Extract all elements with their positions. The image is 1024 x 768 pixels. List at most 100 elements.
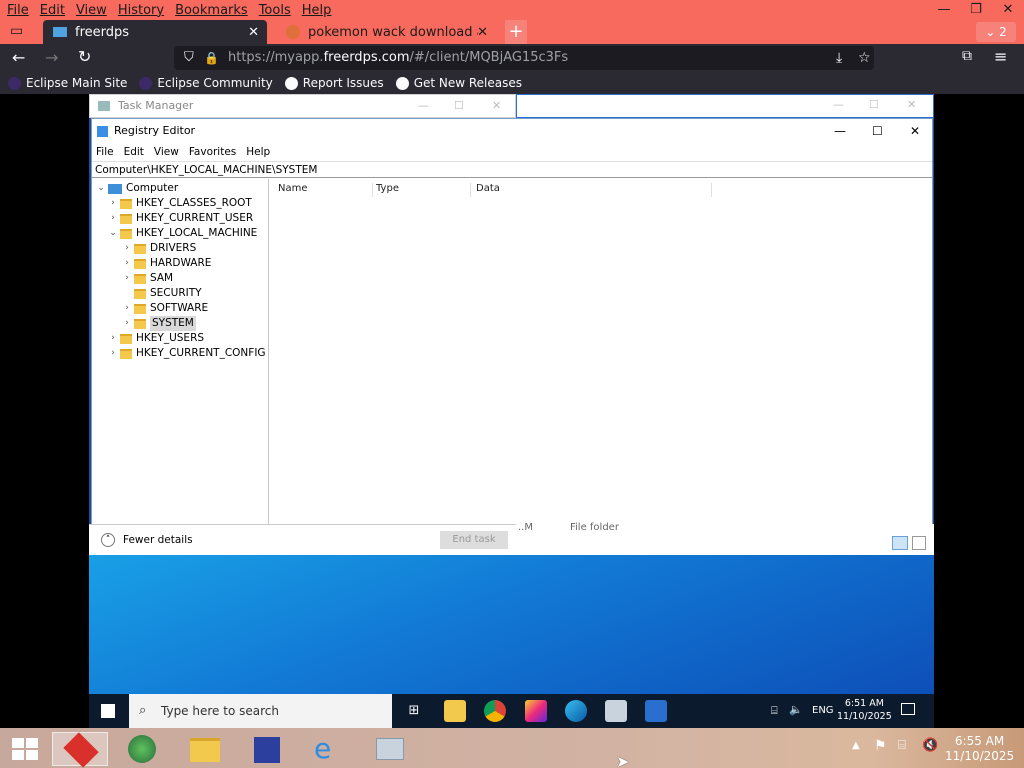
forward-icon[interactable]: → [45,48,58,67]
menu-file[interactable]: File [3,3,33,18]
menu-edit[interactable]: Edit [124,146,144,158]
close-tab-icon[interactable]: ✕ [477,25,488,40]
volume-muted-icon[interactable]: 🔇 [922,738,938,753]
network-icon[interactable]: ⌸ [771,704,778,718]
close-icon[interactable]: ✕ [910,119,920,143]
minimize-icon[interactable]: — [833,98,844,111]
tree-node-hardware[interactable]: › HARDWARE [122,256,211,271]
remote-desktop-app-icon[interactable] [362,732,418,766]
taskbar-app-red-icon[interactable] [52,732,108,768]
notifications-icon[interactable] [901,703,915,715]
chevron-right-icon[interactable]: › [122,301,132,316]
new-tab-button[interactable]: + [505,20,527,44]
minimize-icon[interactable]: — [418,95,429,117]
chevron-right-icon[interactable]: › [108,196,118,211]
tree-node-security[interactable]: SECURITY [122,286,202,301]
menu-edit[interactable]: Edit [36,3,69,18]
instagram-icon[interactable] [525,700,547,722]
hamburger-menu-icon[interactable]: ≡ [994,47,1007,66]
tree-node-hku[interactable]: › HKEY_USERS [108,331,204,346]
remote-clock[interactable]: 6:51 AM 11/10/2025 [837,697,892,723]
large-icons-view-icon[interactable] [912,536,926,550]
maximize-icon[interactable]: ☐ [454,95,464,117]
tree-node-software[interactable]: › SOFTWARE [122,301,208,316]
windows-start-icon[interactable] [12,738,38,760]
menu-history[interactable]: History [114,3,168,18]
extensions-icon[interactable]: ⧉ [962,48,972,64]
search-box[interactable]: ⌕ Type here to search [129,694,392,728]
column-header-data[interactable]: Data [476,183,712,197]
tree-node-drivers[interactable]: › DRIVERS [122,241,196,256]
url-bar[interactable]: ⛉ 🔒 https://myapp.freerdps.com/#/client/… [174,46,874,70]
chevron-up-icon[interactable]: ˄ [101,533,115,547]
chevron-right-icon[interactable]: › [108,346,118,361]
values-pane[interactable]: Name Type Data [272,179,932,525]
details-view-icon[interactable] [892,536,908,550]
network-icon[interactable]: ⌸ [898,738,906,753]
internet-explorer-icon[interactable]: e [300,732,356,766]
regedit-taskbar-icon[interactable] [645,700,667,722]
menu-view[interactable]: View [72,3,111,18]
remote-desktop-icon[interactable] [605,700,627,722]
minimize-icon[interactable]: — [834,119,846,143]
tab-pokemon[interactable]: pokemon wack download at Du ✕ [276,20,496,44]
reload-icon[interactable]: ↻ [78,47,91,66]
media-player-icon[interactable] [114,732,170,766]
minimize-button[interactable]: — [928,0,960,20]
close-tab-icon[interactable]: ✕ [248,25,259,40]
remote-desktop-viewport[interactable]: Task Manager — ☐ ✕ — ☐ ✕ Registry Editor… [89,94,934,728]
maximize-icon[interactable]: ☐ [872,119,883,143]
explorer-icon[interactable] [176,732,232,766]
menu-help[interactable]: Help [246,146,270,158]
download-icon[interactable]: ⤓ [836,46,842,70]
task-view-icon[interactable]: ⊞ [403,700,425,722]
tree-node-sam[interactable]: › SAM [122,271,173,286]
close-icon[interactable]: ✕ [492,95,501,117]
chevron-right-icon[interactable]: › [122,316,132,331]
host-clock[interactable]: 6:55 AM 11/10/2025 [945,734,1014,764]
back-icon[interactable]: ← [12,48,25,67]
chevron-down-icon[interactable]: ⌄ [96,181,106,196]
menu-help[interactable]: Help [298,3,336,18]
column-header-name[interactable]: Name [278,183,373,197]
bookmark-get-releases[interactable]: Get New Releases [395,76,522,90]
chrome-icon[interactable] [484,700,506,722]
shield-icon[interactable]: ⛉ [184,46,194,70]
secondary-window-titlebar[interactable]: — ☐ ✕ [516,94,934,118]
end-task-button[interactable]: End task [440,531,508,549]
firefox-view-icon[interactable]: ▭ [10,23,23,39]
chevron-right-icon[interactable]: › [122,271,132,286]
bookmark-report-issues[interactable]: Report Issues [284,76,384,90]
flag-icon[interactable]: ⚑ [874,738,887,754]
column-header-type[interactable]: Type [376,183,471,197]
tree-node-hkcc[interactable]: › HKEY_CURRENT_CONFIG [108,346,265,361]
close-icon[interactable]: ✕ [907,98,916,111]
star-icon[interactable]: ☆ [858,46,871,70]
chevron-right-icon[interactable]: › [122,256,132,271]
volume-icon[interactable]: 🔈 [789,703,803,716]
chevron-down-icon[interactable]: ⌄ [108,226,118,241]
lock-icon[interactable]: 🔒 [204,46,219,70]
menu-favorites[interactable]: Favorites [189,146,236,158]
fewer-details-link[interactable]: Fewer details [123,534,193,546]
calendar-app-icon[interactable] [238,732,294,766]
file-explorer-icon[interactable] [444,700,466,722]
chevron-right-icon[interactable]: › [122,241,132,256]
chevron-right-icon[interactable]: › [108,211,118,226]
menu-view[interactable]: View [154,146,179,158]
edge-icon[interactable] [565,700,587,722]
close-button[interactable]: ✕ [992,0,1024,20]
address-bar[interactable]: Computer\HKEY_LOCAL_MACHINE\SYSTEM [92,161,932,178]
bookmark-eclipse-community[interactable]: Eclipse Community [139,76,273,90]
menu-tools[interactable]: Tools [255,3,295,18]
menu-file[interactable]: File [96,146,114,158]
chevron-up-icon[interactable]: ▲ [852,740,860,751]
regedit-titlebar[interactable]: Registry Editor — ☐ ✕ [92,119,932,143]
task-manager-titlebar[interactable]: Task Manager — ☐ ✕ [89,94,516,118]
restore-button[interactable]: ❐ [960,0,992,20]
language-indicator[interactable]: ENG [812,705,834,716]
tab-list-button[interactable]: ⌄ 2 [976,22,1016,42]
tree-node-hkcu[interactable]: › HKEY_CURRENT_USER [108,211,253,226]
menu-bookmarks[interactable]: Bookmarks [171,3,252,18]
tree-node-hklm[interactable]: ⌄ HKEY_LOCAL_MACHINE [108,226,257,241]
